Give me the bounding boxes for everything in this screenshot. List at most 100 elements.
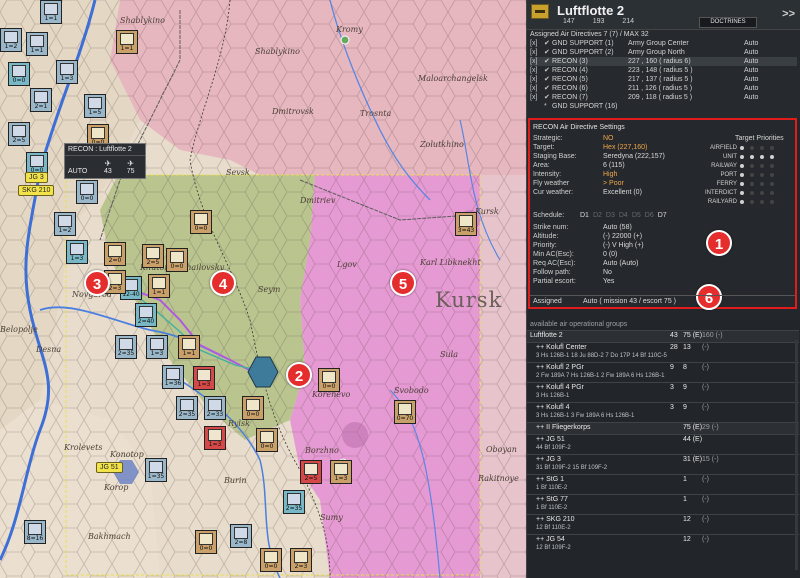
setting-strategic[interactable]: Strategic: NO xyxy=(533,134,614,143)
german-unit-counter[interactable]: 2=40 xyxy=(135,303,157,327)
schedule-day[interactable]: D3 xyxy=(606,212,615,219)
soviet-unit-counter[interactable]: 1=3 xyxy=(204,426,226,450)
group-row[interactable]: ++ II Fliegerkorps 75 (E) 29 (-) xyxy=(527,422,799,434)
air-group-tag[interactable]: SKG 210 xyxy=(18,185,55,196)
soviet-unit-counter[interactable]: 0=0 xyxy=(256,428,278,452)
soviet-unit-counter[interactable]: 3=43 xyxy=(455,212,477,236)
soviet-unit-counter[interactable]: 0=0 xyxy=(242,396,264,420)
setting-altitude[interactable]: Altitude: (-) 22000 (+) xyxy=(533,232,642,241)
directive-row[interactable]: [x] ✔ GND SUPPORT (2) Army Group North Auto xyxy=(530,48,797,57)
group-row[interactable]: ++ Kolufl 4 3 9 (-) 3 Hs 126B-1 3 Fw 189A 6 … xyxy=(527,402,799,422)
group-row[interactable]: ++ JG 3 31 (E) 15 (-) 31 Bf 109F-2 15 Bf 10… xyxy=(527,454,799,474)
schedule-day[interactable]: D4 xyxy=(619,212,628,219)
soviet-unit-counter[interactable]: 1=1 xyxy=(116,30,138,54)
target-priority-unit[interactable]: UNIT xyxy=(680,153,795,162)
german-unit-counter[interactable]: 2=33 xyxy=(204,396,226,420)
setting-target[interactable]: Target: Hex (227,160) xyxy=(533,143,647,152)
group-row[interactable]: ++ Kolufl 2 PGr 9 8 (-) 2 Fw 189A 7 Hs 126B-… xyxy=(527,362,799,382)
directive-row[interactable]: [x] ✔ RECON (5) 217 , 137 ( radius 5 ) Auto xyxy=(530,75,797,84)
german-unit-counter[interactable]: 1=1 xyxy=(26,32,48,56)
soviet-unit-counter[interactable]: 2=5 xyxy=(142,244,164,268)
soviet-unit-counter[interactable]: 0=0 xyxy=(260,548,282,572)
schedule-day[interactable]: D6 xyxy=(645,212,654,219)
german-unit-counter[interactable]: 1=5 xyxy=(84,94,106,118)
german-unit-counter[interactable]: 0=0 xyxy=(76,180,98,204)
group-row[interactable]: ++ StG 77 1 (-) 1 Bf 110E-2 xyxy=(527,494,799,514)
german-unit-counter[interactable]: 1=1 xyxy=(40,0,62,24)
soviet-unit-counter[interactable]: 2=3 xyxy=(290,548,312,572)
soviet-unit-counter[interactable]: 1=3 xyxy=(193,366,215,390)
setting-partial-escort[interactable]: Partial escort: Yes xyxy=(533,277,614,286)
directive-row[interactable]: [x] ✔ RECON (6) 211 , 126 ( radius 5 ) Auto xyxy=(530,84,797,93)
schedule-day[interactable]: D1 xyxy=(580,212,589,219)
german-unit-counter[interactable]: 2=35 xyxy=(115,335,137,359)
target-priority-railyard[interactable]: RAILYARD xyxy=(680,198,795,207)
setting-min-ac[interactable]: Min AC(Esc): 0 (0) xyxy=(533,250,617,259)
soviet-unit-counter[interactable]: 0=0 xyxy=(318,368,340,392)
group-row[interactable]: Luftflotte 2 43 75 (E) 160 (-) xyxy=(527,330,799,342)
german-unit-counter[interactable]: 1=2 xyxy=(54,212,76,236)
soviet-unit-counter[interactable]: 1=1 xyxy=(178,335,200,359)
next-button[interactable]: >> xyxy=(782,8,795,20)
group-row[interactable]: ++ JG 54 12 (-) 12 Bf 109F-2 xyxy=(527,534,799,554)
target-priority-port[interactable]: PORT xyxy=(680,171,795,180)
group-row[interactable]: ++ JG 51 44 (E) 44 Bf 109F-2 xyxy=(527,434,799,454)
directive-row[interactable]: [x] ✔ RECON (7) 209 , 118 ( radius 5 ) Auto xyxy=(530,93,797,102)
soviet-unit-counter[interactable]: 0=0 xyxy=(166,248,188,272)
schedule-day[interactable]: D5 xyxy=(632,212,641,219)
soviet-unit-counter[interactable]: 0=0 xyxy=(195,530,217,554)
german-unit-counter[interactable]: 1=2 xyxy=(0,28,22,52)
check-icon: ✔ xyxy=(544,49,550,56)
soviet-unit-counter[interactable]: 0=0 xyxy=(190,210,212,234)
setting-intensity[interactable]: Intensity: High xyxy=(533,170,617,179)
group-row[interactable]: ++ StG 1 1 (-) 1 Bf 110E-2 xyxy=(527,474,799,494)
target-priority-railway[interactable]: RAILWAY xyxy=(680,162,795,171)
setting-fly-weather[interactable]: Fly weather > Poor xyxy=(533,179,624,188)
german-unit-counter[interactable]: 2=1 xyxy=(30,88,52,112)
soviet-unit-counter[interactable]: 1=1 xyxy=(148,274,170,298)
german-unit-counter[interactable]: 2=5 xyxy=(8,122,30,146)
target-priority-airfield[interactable]: AIRFIELD xyxy=(680,144,795,153)
group-row[interactable]: ++ Kolufl 4 PGr 3 9 (-) 3 Hs 126B-1 xyxy=(527,382,799,402)
german-unit-counter[interactable]: 1=3 xyxy=(56,60,78,84)
german-unit-counter[interactable]: 0=0 xyxy=(8,62,30,86)
panel-header: Luftflotte 2 147 193 214 DOCTRINES >> xyxy=(527,0,800,30)
directive-row[interactable]: [x] ✔ RECON (4) 223 , 148 ( radius 5 ) Auto xyxy=(530,66,797,75)
air-group-tag[interactable]: JG 51 xyxy=(96,462,123,473)
german-unit-counter[interactable]: 1=3 xyxy=(66,240,88,264)
group-row[interactable]: ++ SKG 210 12 (-) 12 Bf 110E-2 xyxy=(527,514,799,534)
game-map[interactable]: Shablykino Shablykino Kromy Maloarchange… xyxy=(0,0,526,578)
setting-area[interactable]: Area: 6 (115) xyxy=(533,161,625,170)
town-label: Kromy xyxy=(336,25,363,34)
setting-req-ac[interactable]: Req AC(Esc): Auto (Auto) xyxy=(533,259,638,268)
soviet-unit-counter[interactable]: 1=3 xyxy=(330,460,352,484)
setting-strike-num[interactable]: Strike num: Auto (58) xyxy=(533,223,632,232)
target-priorities-title: Target Priorities xyxy=(735,135,784,142)
german-unit-counter[interactable]: 1=36 xyxy=(162,365,184,389)
town-label: Lgov xyxy=(337,260,357,269)
groups-scrollbar[interactable] xyxy=(795,340,798,570)
german-unit-counter[interactable]: 2=35 xyxy=(283,490,305,514)
schedule-day[interactable]: D2 xyxy=(593,212,602,219)
schedule-day[interactable]: D7 xyxy=(658,212,667,219)
air-group-tag[interactable]: JG 3 xyxy=(25,172,48,183)
setting-priority[interactable]: Priority: (-) V High (+) xyxy=(533,241,644,250)
german-unit-counter[interactable]: 1=35 xyxy=(145,458,167,482)
target-priority-ferry[interactable]: FERRY xyxy=(680,180,795,189)
soviet-unit-counter[interactable]: 2=0 xyxy=(104,242,126,266)
doctrines-button[interactable]: DOCTRINES xyxy=(699,17,757,28)
callout-badge: 1 xyxy=(706,230,732,256)
soviet-unit-counter[interactable]: 0=70 xyxy=(394,400,416,424)
german-unit-counter[interactable]: 2=35 xyxy=(176,396,198,420)
german-unit-counter[interactable]: 8=16 xyxy=(24,520,46,544)
target-priority-interdict[interactable]: INTERDICT xyxy=(680,189,795,198)
soviet-unit-counter[interactable]: 2=5 xyxy=(300,460,322,484)
german-unit-counter[interactable]: 2=8 xyxy=(230,524,252,548)
setting-follow-path[interactable]: Follow path: No xyxy=(533,268,612,277)
directive-row[interactable]: * GND SUPPORT (16) xyxy=(530,102,797,111)
group-row[interactable]: ++ Kolufl Center 28 13 (-) 3 Hs 126B-1 18 Ju… xyxy=(527,342,799,362)
setting-staging-base[interactable]: Staging Base: Seredyna (222,157) xyxy=(533,152,665,161)
german-unit-counter[interactable]: 1=3 xyxy=(146,335,168,359)
directive-row-selected[interactable]: [x] ✔ RECON (3) 227 , 160 ( radius 6) Auto xyxy=(530,57,797,66)
directive-row[interactable]: [x] ✔ GND SUPPORT (1) Army Group Center Auto xyxy=(530,39,797,48)
